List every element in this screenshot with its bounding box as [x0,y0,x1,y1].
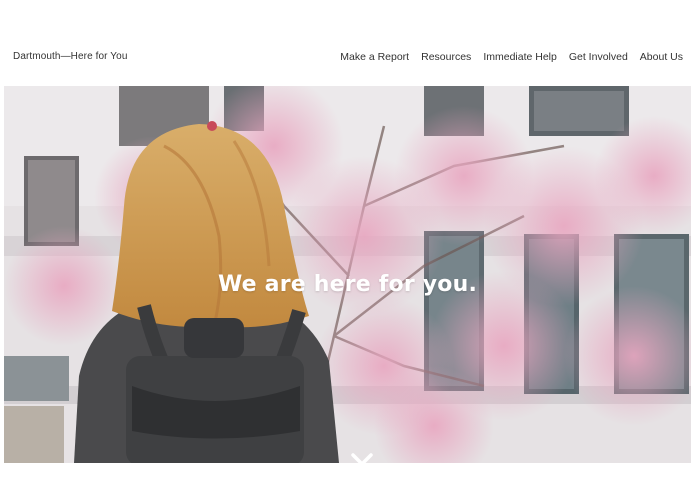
nav-make-a-report[interactable]: Make a Report [340,51,409,63]
nav-about-us[interactable]: About Us [640,51,683,63]
nav-immediate-help[interactable]: Immediate Help [483,51,557,63]
hero-heading: We are here for you. [217,272,478,297]
site-title-link[interactable]: Dartmouth—Here for You [13,51,127,62]
chevron-down-icon [351,453,373,466]
hero-banner: We are here for you. [4,86,691,463]
scroll-down-button[interactable] [351,453,373,467]
site-header: Dartmouth—Here for You Make a Report Res… [0,0,695,86]
main-nav: Make a Report Resources Immediate Help G… [340,51,683,63]
nav-get-involved[interactable]: Get Involved [569,51,628,63]
nav-resources[interactable]: Resources [421,51,471,63]
